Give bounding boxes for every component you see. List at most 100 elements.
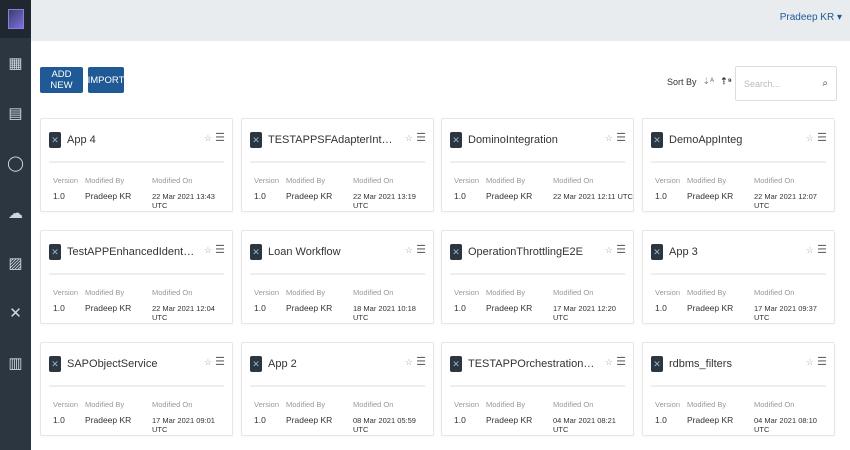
sort-label: Sort By [667, 76, 697, 87]
modified-on-label: Modified On [152, 288, 193, 297]
app-card[interactable]: ✕ App 3 ☆ ☰ Version Modified By Modified… [642, 230, 835, 324]
app-card[interactable]: ✕ rdbms_filters ☆ ☰ Version Modified By … [642, 342, 835, 436]
app-title[interactable]: SAPObjectService [67, 358, 195, 370]
top-header: Pradeep KR ▾ [31, 0, 850, 41]
app-title[interactable]: TestAPPEnhancedIdentityIntegration [67, 246, 195, 258]
modified-on-label: Modified On [754, 400, 795, 409]
version-value: 1.0 [254, 191, 266, 201]
app-title[interactable]: DemoAppInteg [669, 134, 797, 146]
menu-icon[interactable]: ☰ [215, 131, 225, 144]
divider [250, 161, 425, 163]
app-card[interactable]: ✕ DominoIntegration ☆ ☰ Version Modified… [441, 118, 634, 212]
pin-icon[interactable]: ☆ [204, 357, 212, 368]
pin-icon[interactable]: ☆ [204, 245, 212, 256]
app-icon: ✕ [49, 244, 61, 260]
pin-icon[interactable]: ☆ [405, 133, 413, 144]
dashboard-icon[interactable]: ▦ [0, 38, 31, 88]
api-icon[interactable]: ▤ [0, 88, 31, 138]
cloud-icon[interactable]: ☁ [0, 188, 31, 238]
app-title[interactable]: App 4 [67, 134, 195, 146]
modified-on-value: 18 Mar 2021 10:18 UTC [353, 304, 416, 322]
version-label: Version [655, 288, 681, 297]
pin-icon[interactable]: ☆ [405, 357, 413, 368]
app-card[interactable]: ✕ TESTAPPSFAdapterIntegrationWit... ☆ ☰ … [241, 118, 434, 212]
app-icon: ✕ [49, 132, 61, 148]
app-card[interactable]: ✕ TestAPPEnhancedIdentityIntegration ☆ ☰… [40, 230, 233, 324]
sort-alpha-icon[interactable]: ⇣ᴬ [703, 76, 715, 87]
divider [49, 273, 224, 275]
add-new-button[interactable]: ADD NEW [40, 67, 83, 93]
chat-icon[interactable]: ◯ [0, 138, 31, 188]
app-icon: ✕ [651, 132, 663, 148]
version-value: 1.0 [254, 303, 266, 313]
pin-icon[interactable]: ☆ [806, 357, 814, 368]
app-title[interactable]: rdbms_filters [669, 358, 797, 370]
search-input[interactable]: Search... ⌕ [735, 66, 837, 101]
app-card[interactable]: ✕ OperationThrottlingE2E ☆ ☰ Version Mod… [441, 230, 634, 324]
app-logo[interactable] [0, 0, 31, 38]
app-card[interactable]: ✕ SAPObjectService ☆ ☰ Version Modified … [40, 342, 233, 436]
pin-icon[interactable]: ☆ [605, 133, 613, 144]
app-title[interactable]: App 3 [669, 246, 797, 258]
modified-on-value: 17 Mar 2021 09:37 UTC [754, 304, 817, 322]
version-label: Version [655, 176, 681, 185]
modified-on-label: Modified On [754, 288, 795, 297]
menu-icon[interactable]: ☰ [416, 131, 426, 144]
app-card[interactable]: ✕ DemoAppInteg ☆ ☰ Version Modified By M… [642, 118, 835, 212]
modified-by-label: Modified By [687, 400, 727, 409]
app-icon: ✕ [450, 356, 462, 372]
pin-icon[interactable]: ☆ [605, 357, 613, 368]
modified-on-label: Modified On [353, 176, 394, 185]
menu-icon[interactable]: ☰ [817, 243, 827, 256]
pin-icon[interactable]: ☆ [405, 245, 413, 256]
pin-icon[interactable]: ☆ [806, 245, 814, 256]
modified-by-label: Modified By [286, 288, 326, 297]
pin-icon[interactable]: ☆ [204, 133, 212, 144]
divider [651, 161, 826, 163]
tools-icon[interactable]: ✕ [0, 288, 31, 338]
app-title[interactable]: Loan Workflow [268, 246, 396, 258]
menu-icon[interactable]: ☰ [616, 131, 626, 144]
app-card[interactable]: ✕ App 4 ☆ ☰ Version Modified By Modified… [40, 118, 233, 212]
app-icon: ✕ [250, 244, 262, 260]
version-label: Version [53, 176, 79, 185]
app-card[interactable]: ✕ TESTAPPOrchestrationOverObject... ☆ ☰ … [441, 342, 634, 436]
analytics-icon[interactable]: ▨ [0, 238, 31, 288]
menu-icon[interactable]: ☰ [616, 243, 626, 256]
sort-numeric-icon[interactable]: ⇡⁹ [720, 76, 732, 87]
menu-icon[interactable]: ☰ [215, 355, 225, 368]
modified-by-label: Modified By [486, 400, 526, 409]
menu-icon[interactable]: ☰ [616, 355, 626, 368]
device-icon[interactable]: ▥ [0, 338, 31, 388]
app-title[interactable]: OperationThrottlingE2E [468, 246, 596, 258]
modified-by-label: Modified By [286, 400, 326, 409]
version-value: 1.0 [254, 415, 266, 425]
app-icon: ✕ [450, 244, 462, 260]
app-card[interactable]: ✕ Loan Workflow ☆ ☰ Version Modified By … [241, 230, 434, 324]
version-value: 1.0 [454, 303, 466, 313]
pin-icon[interactable]: ☆ [605, 245, 613, 256]
import-button[interactable]: IMPORT [88, 67, 124, 93]
menu-icon[interactable]: ☰ [817, 131, 827, 144]
logo-icon [7, 9, 24, 29]
menu-icon[interactable]: ☰ [817, 355, 827, 368]
menu-icon[interactable]: ☰ [416, 355, 426, 368]
user-menu[interactable]: Pradeep KR ▾ [780, 12, 842, 23]
menu-icon[interactable]: ☰ [416, 243, 426, 256]
modified-on-value: 22 Mar 2021 12:04 UTC [152, 304, 215, 322]
version-label: Version [254, 400, 280, 409]
menu-icon[interactable]: ☰ [215, 243, 225, 256]
modified-on-label: Modified On [353, 400, 394, 409]
modified-on-value: 22 Mar 2021 13:19 UTC [353, 192, 416, 210]
search-icon[interactable]: ⌕ [822, 78, 828, 89]
app-title[interactable]: DominoIntegration [468, 134, 596, 146]
version-value: 1.0 [53, 415, 65, 425]
version-value: 1.0 [655, 191, 667, 201]
app-title[interactable]: TESTAPPOrchestrationOverObject... [468, 358, 596, 370]
modified-on-value: 22 Mar 2021 12:07 UTC [754, 192, 817, 210]
app-title[interactable]: TESTAPPSFAdapterIntegrationWit... [268, 134, 396, 146]
sidebar: ▦ ▤ ◯ ☁ ▨ ✕ ▥ [0, 0, 31, 450]
app-card[interactable]: ✕ App 2 ☆ ☰ Version Modified By Modified… [241, 342, 434, 436]
app-title[interactable]: App 2 [268, 358, 396, 370]
pin-icon[interactable]: ☆ [806, 133, 814, 144]
